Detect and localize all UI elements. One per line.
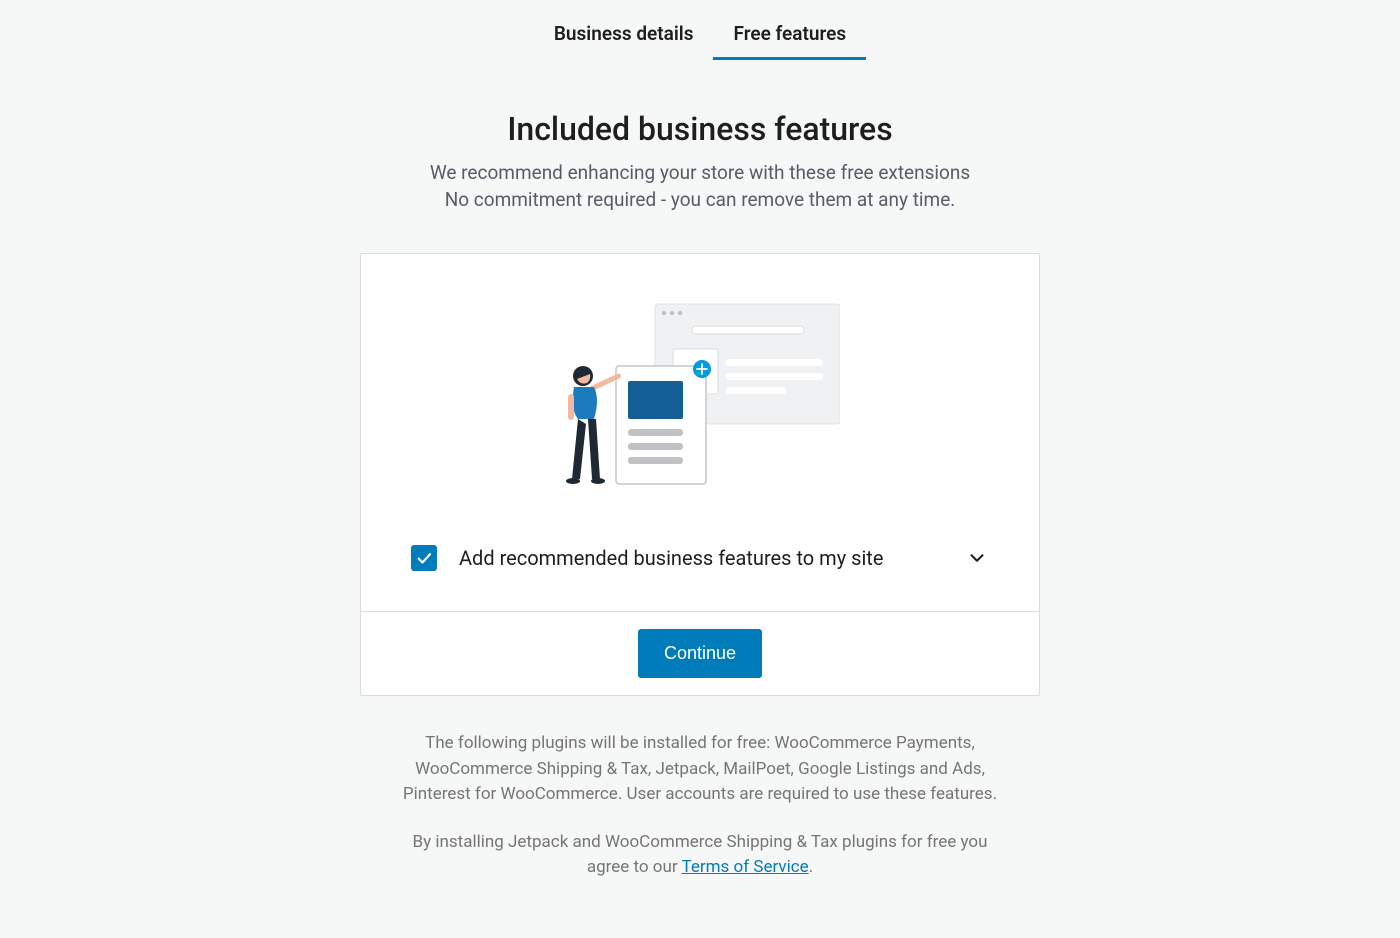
chevron-down-icon xyxy=(966,547,988,569)
footer-text: The following plugins will be installed … xyxy=(360,731,1040,881)
page-header: Included business features We recommend … xyxy=(0,110,1400,213)
tab-free-features[interactable]: Free features xyxy=(713,10,866,60)
option-row: Add recommended business features to my … xyxy=(411,519,989,601)
tabs-bar: Business details Free features xyxy=(0,0,1400,60)
page-subtitle-line2: No commitment required - you can remove … xyxy=(445,188,956,211)
add-features-checkbox[interactable] xyxy=(411,545,437,571)
expand-toggle[interactable] xyxy=(965,546,989,570)
illustration-builder xyxy=(560,299,840,489)
option-label: Add recommended business features to my … xyxy=(459,546,943,570)
card-body: Add recommended business features to my … xyxy=(361,254,1039,611)
plugins-disclosure: The following plugins will be installed … xyxy=(400,731,1000,808)
card-footer: Continue xyxy=(361,611,1039,695)
terms-suffix: . xyxy=(809,857,813,877)
terms-disclosure: By installing Jetpack and WooCommerce Sh… xyxy=(400,830,1000,881)
tab-business-details[interactable]: Business details xyxy=(534,10,714,60)
page-subtitle-line1: We recommend enhancing your store with t… xyxy=(430,161,970,184)
features-card: Add recommended business features to my … xyxy=(360,253,1040,696)
check-icon xyxy=(415,549,433,567)
page-title: Included business features xyxy=(20,110,1380,148)
continue-button[interactable]: Continue xyxy=(638,629,762,678)
terms-of-service-link[interactable]: Terms of Service xyxy=(682,857,809,877)
